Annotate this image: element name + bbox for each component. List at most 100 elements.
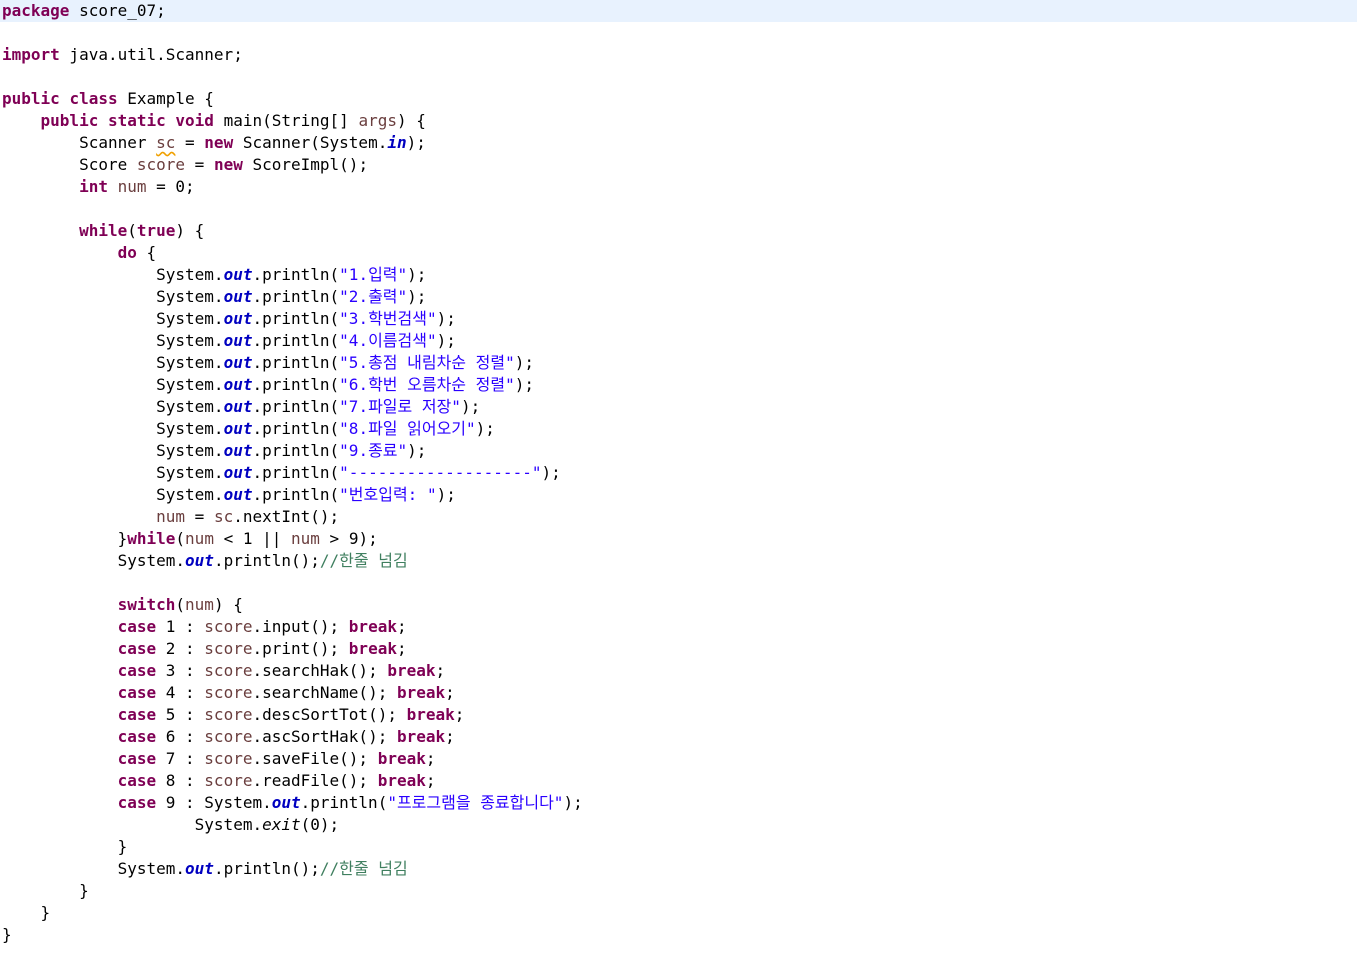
code-text: System. [2,397,224,416]
code-text: .descSortTot(); [252,705,407,724]
code-text: Scanner [2,133,157,152]
code-text: .input(); [252,617,349,636]
static-field-token: out [223,485,253,504]
keyword-token: break [348,617,397,636]
code-line[interactable]: case 1 : score.input(); break; [0,616,1357,638]
code-text: ); [436,309,456,328]
keyword-token: case [117,617,157,636]
code-text: { [136,243,157,262]
variable-token: score [136,155,186,174]
code-text: .print(); [252,639,349,658]
code-text: score_07; [69,1,166,20]
code-line[interactable]: Score score = new ScoreImpl(); [0,154,1357,176]
string-literal: "-------------------" [339,463,542,482]
code-line[interactable]: num = sc.nextInt(); [0,506,1357,528]
code-line[interactable]: System.out.println();//한줄 넘김 [0,858,1357,880]
code-line[interactable]: System.out.println("7.파일로 저장"); [0,396,1357,418]
code-line[interactable]: System.out.println("2.출력"); [0,286,1357,308]
code-line[interactable]: System.out.println("1.입력"); [0,264,1357,286]
string-literal: "7.파일로 저장" [339,397,461,416]
variable-token: score [204,727,253,746]
code-line[interactable] [0,572,1357,594]
variable-token: num [185,595,214,614]
code-line[interactable]: System.out.println("6.학번 오름차순 정렬"); [0,374,1357,396]
code-line[interactable]: case 2 : score.print(); break; [0,638,1357,660]
static-field-token: out [223,375,253,394]
code-line[interactable]: } [0,836,1357,858]
code-text: .readFile(); [252,771,378,790]
code-text: System. [2,815,263,834]
code-text: ) { [175,221,205,240]
code-line[interactable]: } [0,880,1357,902]
keyword-token: break [348,639,397,658]
variable-token: score [204,639,253,658]
code-line[interactable]: System.out.println("3.학번검색"); [0,308,1357,330]
code-text: .ascSortHak(); [252,727,397,746]
code-line[interactable]: } [0,924,1357,946]
code-line[interactable]: System.out.println("5.총점 내림차순 정렬"); [0,352,1357,374]
variable-token: sc [213,507,234,526]
code-line[interactable]: }while(num < 1 || num > 9); [0,528,1357,550]
code-line[interactable]: System.exit(0); [0,814,1357,836]
code-line[interactable]: System.out.println("9.종료"); [0,440,1357,462]
keyword-token: import [2,45,60,64]
code-text: .println( [252,463,340,482]
code-text: System. [2,551,186,570]
code-line[interactable]: case 7 : score.saveFile(); break; [0,748,1357,770]
code-line[interactable]: Scanner sc = new Scanner(System.in); [0,132,1357,154]
code-text: Scanner(System. [233,133,388,152]
code-text: java.util.Scanner; [59,45,243,64]
code-text: ); [406,133,426,152]
code-line[interactable]: System.out.println();//한줄 넘김 [0,550,1357,572]
code-line[interactable]: case 6 : score.ascSortHak(); break; [0,726,1357,748]
code-text: ; [396,617,407,636]
code-text: 6 : [156,727,205,746]
code-editor[interactable]: package score_07;import java.util.Scanne… [0,0,1357,968]
code-line[interactable]: public static void main(String[] args) { [0,110,1357,132]
static-field-token: out [223,353,253,372]
code-line[interactable]: case 3 : score.searchHak(); break; [0,660,1357,682]
code-line[interactable]: package score_07; [0,0,1357,22]
keyword-token: new [204,133,234,152]
keyword-token: void [175,111,214,130]
code-line[interactable]: System.out.println("-------------------"… [0,462,1357,484]
code-text: 1 : [156,617,205,636]
code-line[interactable]: } [0,902,1357,924]
static-field-token: out [185,551,214,570]
code-line[interactable]: int num = 0; [0,176,1357,198]
code-line[interactable]: import java.util.Scanner; [0,44,1357,66]
code-text: ); [407,287,427,306]
unused-variable-warning: sc [156,133,176,152]
code-line[interactable]: case 9 : System.out.println("프로그램을 종료합니다… [0,792,1357,814]
code-line[interactable]: System.out.println("번호입력: "); [0,484,1357,506]
code-line[interactable] [0,22,1357,44]
keyword-token: class [69,89,118,108]
variable-token: num [185,529,214,548]
code-line[interactable]: public class Example { [0,88,1357,110]
code-line[interactable]: System.out.println("8.파일 읽어오기"); [0,418,1357,440]
code-text: System. [2,463,224,482]
code-line[interactable]: case 8 : score.readFile(); break; [0,770,1357,792]
keyword-token: break [377,771,426,790]
static-field-token: out [223,287,253,306]
keyword-token: break [396,727,446,746]
code-text: } [2,925,12,944]
static-field-token: out [185,859,214,878]
code-line[interactable]: case 4 : score.searchName(); break; [0,682,1357,704]
code-text: ; [425,771,436,790]
code-line[interactable]: System.out.println("4.이름검색"); [0,330,1357,352]
comment-token: //한줄 넘김 [319,859,408,878]
code-line[interactable]: while(true) { [0,220,1357,242]
code-line[interactable] [0,66,1357,88]
code-text: .searchHak(); [252,661,388,680]
code-line[interactable] [0,198,1357,220]
code-line[interactable]: do { [0,242,1357,264]
string-literal: "5.총점 내림차순 정렬" [339,353,515,372]
code-line[interactable]: switch(num) { [0,594,1357,616]
string-literal: "2.출력" [339,287,408,306]
code-line[interactable]: case 5 : score.descSortTot(); break; [0,704,1357,726]
code-text: Example { [117,89,214,108]
